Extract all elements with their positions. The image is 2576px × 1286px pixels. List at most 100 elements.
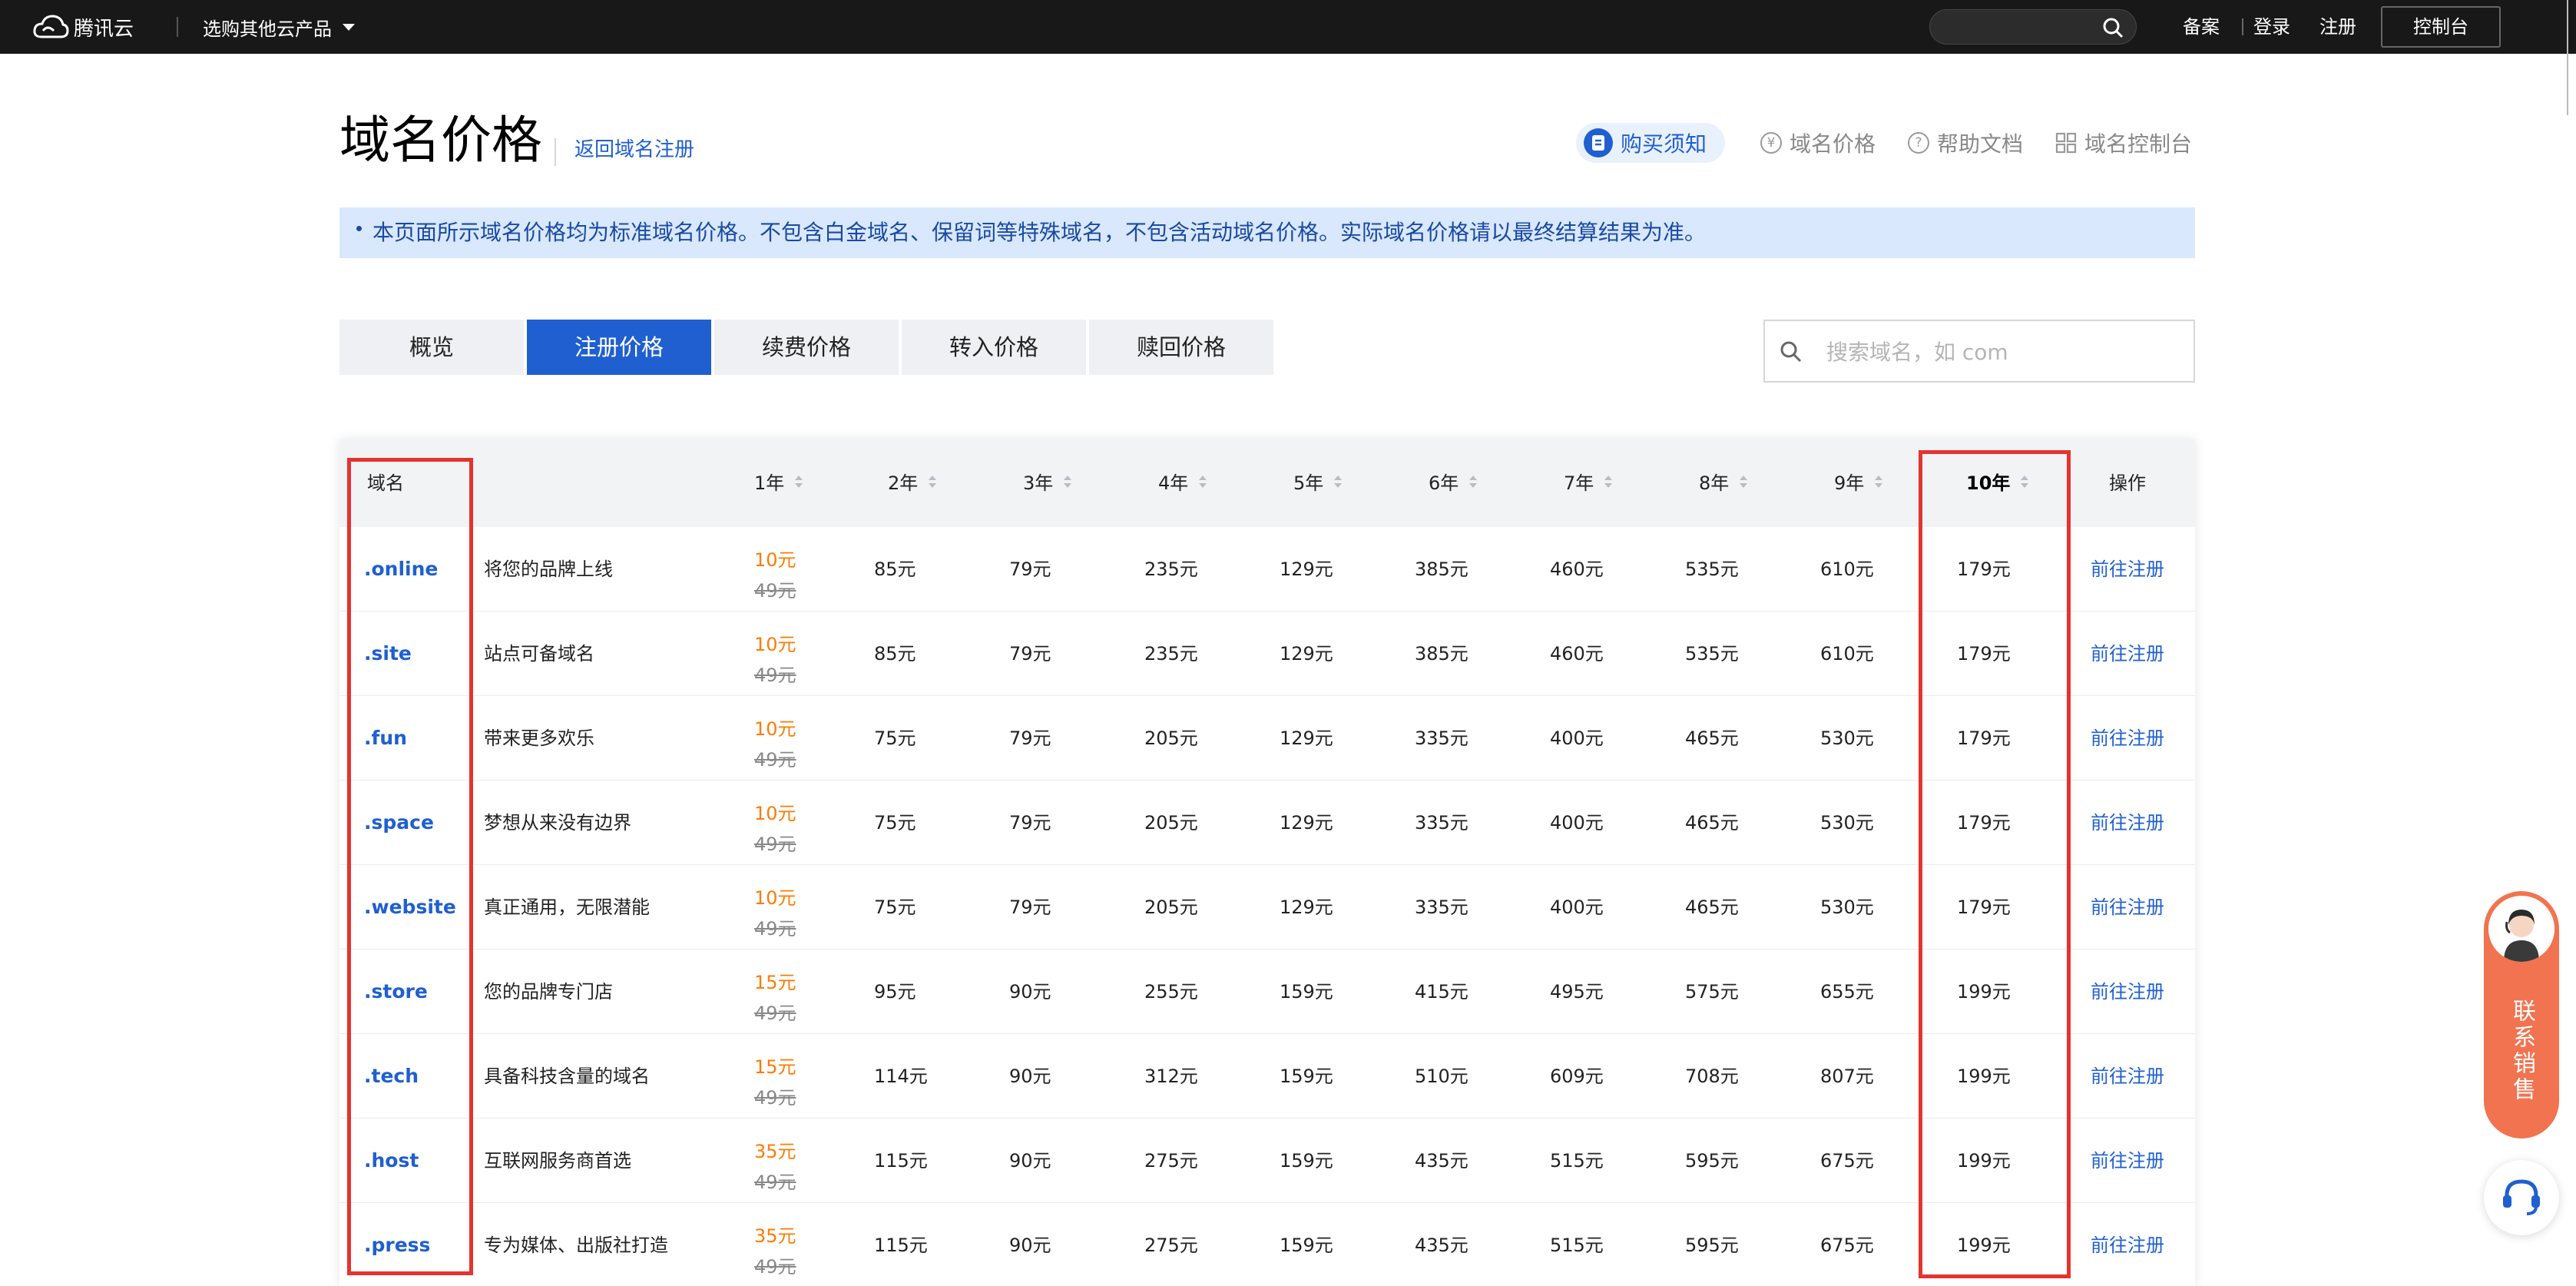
price-year-2: 114元 bbox=[874, 1066, 928, 1087]
nav-purchase-notice[interactable]: 购买须知 bbox=[1576, 123, 1726, 163]
sale-price: 35元 bbox=[754, 1141, 796, 1162]
register-link[interactable]: 前往注册 bbox=[2091, 1034, 2164, 1119]
header-year-4[interactable]: 4年 bbox=[1158, 439, 1207, 527]
nav-help-docs-label: 帮助文档 bbox=[1937, 131, 2024, 157]
price-year-8: 575元 bbox=[1685, 981, 1739, 1003]
original-price: 49元 bbox=[754, 665, 796, 686]
price-year-4: 235元 bbox=[1144, 643, 1198, 665]
sort-icon bbox=[1469, 476, 1478, 489]
products-dropdown-label: 选购其他云产品 bbox=[203, 18, 332, 40]
price-year-6: 335元 bbox=[1415, 897, 1468, 918]
document-icon bbox=[1584, 128, 1613, 157]
nav-domain-price[interactable]: ¥ 域名价格 bbox=[1760, 123, 1876, 163]
register-link[interactable]: 前往注册 bbox=[2091, 865, 2164, 950]
tab-transfer-price[interactable]: 转入价格 bbox=[902, 320, 1086, 375]
register-link[interactable]: 前往注册 bbox=[2091, 781, 2164, 865]
nav-domain-console[interactable]: 域名控制台 bbox=[2055, 123, 2192, 163]
header-year-6[interactable]: 6年 bbox=[1429, 439, 1478, 527]
price-year-5: 159元 bbox=[1280, 981, 1333, 1003]
topbar-link-beian[interactable]: 备案 bbox=[2183, 0, 2220, 54]
topbar-search-input[interactable] bbox=[1942, 15, 2099, 41]
price-year-5: 129元 bbox=[1280, 643, 1333, 665]
header-year-2[interactable]: 2年 bbox=[888, 439, 937, 527]
price-year-9: 675元 bbox=[1820, 1150, 1874, 1172]
topbar-link-login[interactable]: 登录 bbox=[2253, 0, 2290, 54]
page-title: 域名价格 bbox=[339, 111, 542, 170]
back-to-register-link[interactable]: 返回域名注册 bbox=[574, 132, 694, 167]
register-link[interactable]: 前往注册 bbox=[2091, 612, 2164, 696]
table-row: .online 将您的品牌上线 10元 49元 85元 79元 235元 129元 385元 46… bbox=[339, 527, 2195, 612]
domain-description: 带来更多欢乐 bbox=[484, 728, 594, 749]
tencent-cloud-logo[interactable]: 腾讯云 bbox=[32, 11, 134, 43]
domain-description: 将您的品牌上线 bbox=[484, 558, 613, 580]
nav-help-docs[interactable]: ? 帮助文档 bbox=[1908, 123, 2023, 163]
register-link[interactable]: 前往注册 bbox=[2091, 950, 2164, 1034]
price-year-3: 79元 bbox=[1009, 728, 1051, 749]
sort-icon bbox=[1875, 476, 1883, 489]
topbar-search[interactable] bbox=[1929, 9, 2137, 45]
price-year-4: 205元 bbox=[1144, 897, 1198, 918]
price-year-7: 515元 bbox=[1550, 1235, 1604, 1256]
contact-sales-widget[interactable]: 联系销售 bbox=[2484, 891, 2559, 1139]
price-year-5: 159元 bbox=[1280, 1235, 1333, 1256]
contact-sales-label: 联系销售 bbox=[2508, 999, 2535, 1103]
price-year-8: 595元 bbox=[1685, 1235, 1739, 1256]
price-year-4: 275元 bbox=[1144, 1235, 1198, 1256]
tab-redeem-price[interactable]: 赎回价格 bbox=[1089, 320, 1273, 375]
header-year-9[interactable]: 9年 bbox=[1834, 439, 1883, 527]
price-year-9: 610元 bbox=[1820, 643, 1874, 665]
price-year-4: 255元 bbox=[1144, 981, 1198, 1003]
table-header: 域名 1年 2年 3年 4年 5年 6年 7年 8年 9年 10年 操作 bbox=[339, 439, 2195, 527]
notice-text: 本页面所示域名价格均为标准域名价格。不包含白金域名、保留词等特殊域名，不包含活动… bbox=[372, 220, 1707, 245]
register-link[interactable]: 前往注册 bbox=[2091, 527, 2164, 612]
tab-register-price[interactable]: 注册价格 bbox=[527, 320, 711, 375]
register-link[interactable]: 前往注册 bbox=[2091, 1203, 2164, 1286]
sort-icon bbox=[1740, 476, 1748, 489]
topbar-link-register[interactable]: 注册 bbox=[2319, 0, 2356, 54]
header-year-1[interactable]: 1年 bbox=[754, 439, 803, 527]
domain-search[interactable] bbox=[1763, 320, 2195, 383]
price-year-2: 75元 bbox=[874, 812, 916, 834]
customer-service-button[interactable] bbox=[2484, 1160, 2559, 1235]
price-year-6: 510元 bbox=[1415, 1066, 1468, 1087]
original-price: 49元 bbox=[754, 1087, 796, 1109]
domain-description: 您的品牌专门店 bbox=[484, 981, 613, 1003]
price-year-7: 460元 bbox=[1550, 558, 1604, 580]
domain-description: 具备科技含量的域名 bbox=[484, 1066, 650, 1087]
console-button[interactable]: 控制台 bbox=[2381, 6, 2501, 48]
price-year-8: 535元 bbox=[1685, 643, 1739, 665]
cloud-logo-icon bbox=[33, 15, 69, 38]
nav-domain-price-label: 域名价格 bbox=[1790, 131, 1876, 157]
price-year-6: 385元 bbox=[1415, 558, 1468, 580]
header-year-7[interactable]: 7年 bbox=[1564, 439, 1613, 527]
header-action: 操作 bbox=[2109, 472, 2146, 494]
price-year-3: 79元 bbox=[1009, 897, 1051, 918]
table-row: .store 您的品牌专门店 15元 49元 95元 90元 255元 159元 415元 495… bbox=[339, 950, 2195, 1034]
scrollbar[interactable] bbox=[2567, 0, 2568, 115]
search-icon[interactable] bbox=[2102, 17, 2124, 38]
domain-column-highlight bbox=[347, 458, 473, 1275]
price-year-8: 465元 bbox=[1685, 897, 1739, 918]
domain-search-input[interactable] bbox=[1825, 335, 2166, 369]
domain-description: 互联网服务商首选 bbox=[484, 1150, 631, 1172]
price-year-6: 435元 bbox=[1415, 1150, 1468, 1172]
header-year-3[interactable]: 3年 bbox=[1023, 439, 1072, 527]
price-year-9: 655元 bbox=[1820, 981, 1874, 1003]
tab-overview[interactable]: 概览 bbox=[339, 320, 524, 375]
price-year-2: 115元 bbox=[874, 1150, 928, 1172]
header-year-5[interactable]: 5年 bbox=[1293, 439, 1343, 527]
topbar-link-divider bbox=[2242, 18, 2243, 35]
products-dropdown[interactable]: 选购其他云产品 bbox=[203, 0, 355, 54]
price-year-7: 400元 bbox=[1550, 812, 1604, 834]
sale-price: 10元 bbox=[754, 549, 796, 571]
price-year-2: 85元 bbox=[874, 558, 916, 580]
price-year-4: 235元 bbox=[1144, 558, 1198, 580]
price-year-9: 530元 bbox=[1820, 812, 1874, 834]
tab-renew-price[interactable]: 续费价格 bbox=[714, 320, 899, 375]
register-link[interactable]: 前往注册 bbox=[2091, 1119, 2164, 1203]
register-link[interactable]: 前往注册 bbox=[2091, 696, 2164, 781]
logo-text: 腾讯云 bbox=[74, 17, 134, 41]
header-year-8[interactable]: 8年 bbox=[1699, 439, 1748, 527]
price-year-3: 79元 bbox=[1009, 812, 1051, 834]
price-year-6: 435元 bbox=[1415, 1235, 1468, 1256]
